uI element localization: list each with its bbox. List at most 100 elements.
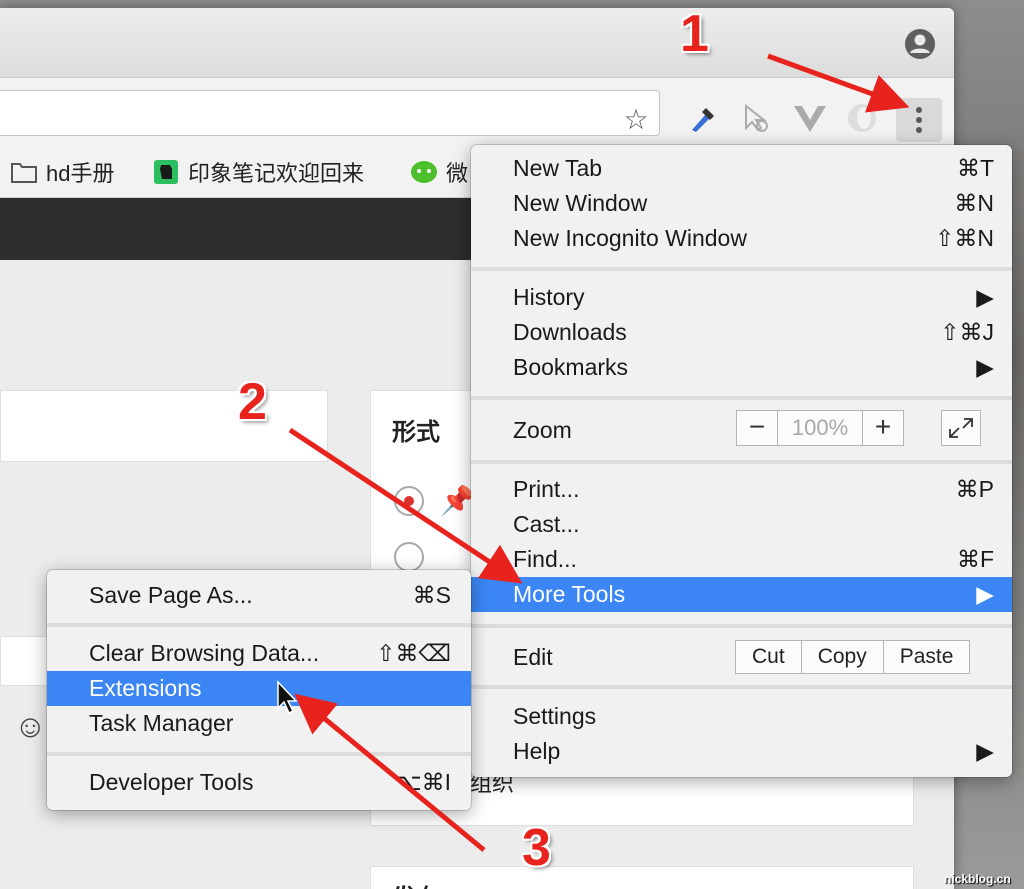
- bookmark-label: 印象笔记欢迎回来: [188, 161, 365, 186]
- menu-item-label: Cast...: [513, 511, 580, 537]
- menu-item-shortcut: ⇧⌘⌫: [376, 640, 451, 666]
- menu-item-label: Edit: [513, 644, 553, 670]
- copy-button[interactable]: Copy: [802, 641, 884, 673]
- menu-item-label: Downloads: [513, 319, 627, 345]
- menu-item-label: More Tools: [513, 581, 626, 607]
- zoom-level: 100%: [777, 411, 863, 445]
- menu-item-new-tab[interactable]: New Tab ⌘T: [471, 151, 1012, 186]
- opera-like-icon[interactable]: [844, 100, 880, 136]
- menu-item-shortcut: ⌘F: [956, 546, 994, 572]
- bookmark-wechat[interactable]: 微: [410, 156, 468, 188]
- bookmark-evernote[interactable]: 印象笔记欢迎回来: [152, 156, 364, 188]
- menu-item-shortcut: ⌘T: [956, 155, 994, 181]
- publish-card: [370, 866, 914, 889]
- menu-item-history[interactable]: History ▶: [471, 280, 1012, 315]
- menu-separator: [471, 460, 1012, 464]
- submenu-item-extensions[interactable]: Extensions: [47, 671, 471, 706]
- evernote-icon: [154, 160, 178, 184]
- format-radio[interactable]: [394, 542, 424, 572]
- folder-icon: [11, 163, 37, 183]
- chrome-main-menu: New Tab ⌘T New Window ⌘N New Incognito W…: [471, 145, 1012, 777]
- menu-item-settings[interactable]: Settings: [471, 699, 1012, 734]
- format-radio-selected[interactable]: [394, 486, 424, 516]
- eyedropper-icon[interactable]: [684, 100, 720, 136]
- watermark: nickblog.cn: [944, 872, 1011, 886]
- bookmark-hd[interactable]: hd手册: [10, 156, 114, 188]
- menu-item-label: Extensions: [89, 675, 202, 701]
- submenu-item-save-page-as[interactable]: Save Page As... ⌘S: [47, 578, 471, 613]
- menu-dot: [916, 107, 922, 113]
- submenu-item-task-manager[interactable]: Task Manager: [47, 706, 471, 741]
- paste-button[interactable]: Paste: [884, 641, 970, 673]
- menu-item-label: History: [513, 284, 585, 310]
- menu-item-label: Settings: [513, 703, 597, 729]
- menu-separator: [47, 623, 471, 627]
- zoom-out-button[interactable]: −: [737, 411, 777, 445]
- menu-item-find[interactable]: Find... ⌘F: [471, 542, 1012, 577]
- menu-item-cast[interactable]: Cast...: [471, 507, 1012, 542]
- annotation-step-2: 2: [238, 373, 267, 431]
- menu-item-shortcut: ⌥⌘I: [395, 769, 451, 795]
- submenu-arrow-icon: ▶: [976, 354, 994, 380]
- menu-dot: [916, 127, 922, 133]
- cut-button[interactable]: Cut: [736, 641, 802, 673]
- format-label: 形式: [392, 419, 440, 446]
- submenu-arrow-icon: ▶: [976, 738, 994, 764]
- title-bar: [0, 8, 954, 78]
- submenu-item-developer-tools[interactable]: Developer Tools ⌥⌘I: [47, 765, 471, 800]
- menu-item-label: New Incognito Window: [513, 225, 747, 251]
- pin-icon: 📌: [440, 485, 475, 516]
- menu-separator: [471, 685, 1012, 689]
- menu-item-new-incognito-window[interactable]: New Incognito Window ⇧⌘N: [471, 221, 1012, 256]
- menu-item-downloads[interactable]: Downloads ⇧⌘J: [471, 315, 1012, 350]
- chrome-menu-button[interactable]: [896, 98, 942, 142]
- menu-item-bookmarks[interactable]: Bookmarks ▶: [471, 350, 1012, 385]
- menu-dot: [916, 117, 922, 123]
- menu-item-label: Bookmarks: [513, 354, 629, 380]
- menu-item-label: New Window: [513, 190, 648, 216]
- menu-item-shortcut: ⌘N: [954, 190, 994, 216]
- fullscreen-icon: [949, 418, 973, 438]
- address-bar[interactable]: [0, 90, 660, 136]
- submenu-arrow-icon: ▶: [976, 284, 994, 310]
- menu-item-more-tools[interactable]: More Tools ▶: [471, 577, 1012, 612]
- zoom-in-button[interactable]: +: [863, 411, 903, 445]
- menu-item-label: Help: [513, 738, 561, 764]
- more-tools-submenu: Save Page As... ⌘S Clear Browsing Data..…: [47, 570, 471, 810]
- bookmark-label: 微: [446, 161, 469, 186]
- menu-item-print[interactable]: Print... ⌘P: [471, 472, 1012, 507]
- menu-separator: [471, 267, 1012, 271]
- menu-separator: [47, 752, 471, 756]
- mouse-cursor-icon: [277, 680, 298, 715]
- submenu-arrow-icon: ▶: [976, 581, 994, 607]
- menu-item-label: Developer Tools: [89, 769, 254, 795]
- menu-separator: [471, 624, 1012, 628]
- menu-item-shortcut: ⌘P: [955, 476, 994, 502]
- wechat-icon: [411, 161, 437, 183]
- menu-item-label: Clear Browsing Data...: [89, 640, 320, 666]
- browser-toolbar: ☆: [0, 78, 954, 146]
- menu-item-label: New Tab: [513, 155, 603, 181]
- submenu-item-clear-browsing-data[interactable]: Clear Browsing Data... ⇧⌘⌫: [47, 636, 471, 671]
- bookmark-star-icon[interactable]: ☆: [620, 104, 652, 136]
- annotation-step-1: 1: [680, 5, 709, 63]
- menu-item-help[interactable]: Help ▶: [471, 734, 1012, 769]
- menu-item-shortcut: ⇧⌘N: [935, 225, 994, 251]
- vue-devtools-icon[interactable]: [792, 100, 828, 136]
- menu-item-label: Find...: [513, 546, 577, 572]
- profile-icon[interactable]: [904, 28, 936, 60]
- menu-item-new-window[interactable]: New Window ⌘N: [471, 186, 1012, 221]
- cursor-disabled-icon[interactable]: [738, 100, 774, 136]
- zoom-controls: − 100% +: [736, 410, 904, 446]
- publish-label: 发布: [392, 878, 440, 889]
- edit-controls: Cut Copy Paste: [735, 640, 971, 674]
- menu-item-label: Zoom: [513, 417, 572, 443]
- menu-item-label: Print...: [513, 476, 580, 502]
- menu-item-shortcut: ⇧⌘J: [940, 319, 994, 345]
- emoji-icon[interactable]: ☺: [14, 708, 47, 745]
- menu-item-shortcut: ⌘S: [412, 582, 451, 608]
- bookmark-label: hd手册: [46, 161, 115, 186]
- menu-separator: [471, 396, 1012, 400]
- fullscreen-button[interactable]: [941, 410, 981, 446]
- title-input-card[interactable]: [0, 390, 328, 462]
